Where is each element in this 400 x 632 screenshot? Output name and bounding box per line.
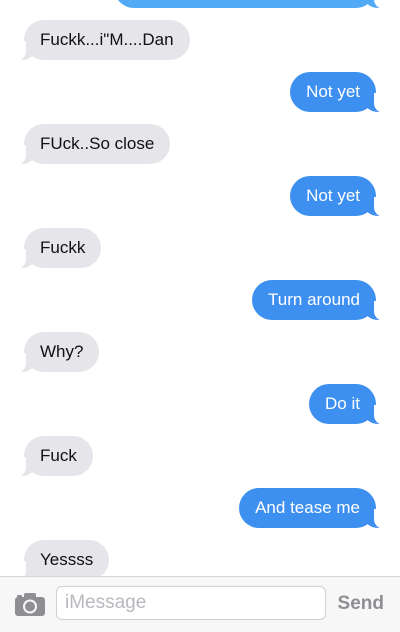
message-row-outgoing: And tease me (0, 488, 400, 532)
incoming-bubble[interactable]: FUck..So close (9, 124, 171, 165)
message-row-outgoing: Not yet (0, 72, 400, 116)
outgoing-bubble[interactable]: Not yet (290, 72, 390, 113)
incoming-bubble[interactable]: Why? (9, 332, 100, 373)
message-text: Fuckk (40, 238, 86, 257)
message-row-incoming: Fuck (0, 436, 400, 480)
message-text: Fuck (40, 446, 77, 465)
message-text: And tease me (255, 498, 360, 517)
outgoing-bubble[interactable]: Not yet (290, 176, 390, 217)
message-text: Not yet (306, 186, 360, 205)
message-text: Why? (40, 342, 84, 361)
incoming-bubble[interactable]: Fuck (10, 436, 93, 477)
message-input[interactable]: iMessage (56, 586, 326, 620)
message-row-incoming: FUck..So close (0, 124, 400, 168)
message-thread[interactable]: Fuckk...i"M....Dan Not yet FUck..So clos… (0, 0, 400, 576)
message-row-outgoing: Turn around (0, 280, 400, 324)
message-text: Do it (325, 394, 360, 413)
outgoing-bubble[interactable] (114, 0, 390, 9)
camera-icon[interactable] (14, 591, 46, 617)
message-row-incoming: Fuckk...i"M....Dan (0, 20, 400, 64)
incoming-bubble[interactable]: Fuckk...i"M....Dan (10, 20, 190, 61)
message-row-outgoing: Not yet (0, 176, 400, 220)
message-row-incoming: Why? (0, 332, 400, 376)
incoming-bubble[interactable]: Yessss (9, 540, 110, 576)
outgoing-bubble[interactable]: Do it (309, 384, 390, 425)
message-text: Fuckk...i"M....Dan (40, 30, 174, 49)
send-button[interactable]: Send (338, 590, 384, 618)
message-row-incoming: Fuckk (0, 228, 400, 272)
incoming-bubble[interactable]: Fuckk (9, 228, 102, 269)
outgoing-bubble[interactable]: Turn around (252, 280, 390, 321)
message-row-outgoing: Do it (0, 384, 400, 428)
message-text: Not yet (306, 82, 360, 101)
message-text: FUck..So close (40, 134, 155, 153)
message-input-placeholder: iMessage (65, 592, 147, 613)
message-row-incoming: Yessss (0, 540, 400, 576)
message-text: Yessss (40, 550, 94, 569)
outgoing-bubble[interactable]: And tease me (239, 488, 390, 529)
compose-bar: iMessage Send (0, 576, 400, 632)
message-text: Turn around (268, 290, 360, 309)
